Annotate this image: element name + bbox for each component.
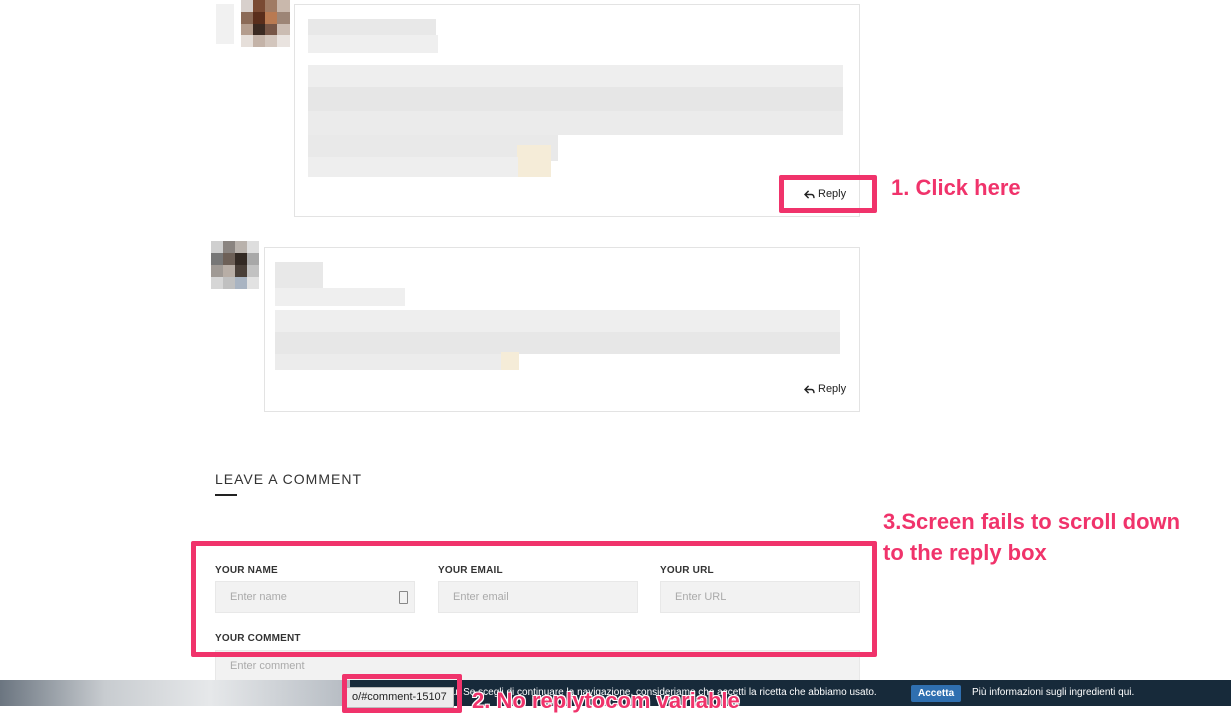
annotation-step3-line1: 3.Screen fails to scroll down bbox=[883, 509, 1181, 534]
annotation-step3-line2: to the reply box bbox=[883, 540, 1047, 565]
annotation-step2: 2. No replytocom variable bbox=[472, 688, 740, 713]
redacted-date bbox=[308, 35, 438, 53]
redacted-date bbox=[275, 288, 405, 306]
redacted-block bbox=[216, 4, 234, 44]
reply-arrow-icon bbox=[804, 384, 815, 394]
redacted-text bbox=[0, 680, 350, 706]
annotation-step1: 1. Click here bbox=[891, 175, 1021, 200]
title-underline bbox=[215, 494, 237, 496]
annotation-box-reply bbox=[779, 175, 877, 213]
redacted-text bbox=[275, 354, 505, 370]
comment-placeholder: Enter comment bbox=[230, 660, 305, 672]
comment-avatar bbox=[241, 0, 290, 47]
redacted-author bbox=[275, 262, 323, 290]
redacted-text bbox=[308, 87, 843, 111]
accept-button[interactable]: Accetta bbox=[911, 685, 962, 702]
redacted-text bbox=[517, 145, 551, 177]
redacted-text bbox=[275, 332, 840, 354]
reply-link[interactable]: Reply bbox=[804, 383, 846, 395]
redacted-text bbox=[501, 352, 519, 370]
comment-avatar bbox=[211, 241, 259, 289]
leave-comment-title: LEAVE A COMMENT bbox=[215, 471, 362, 487]
more-info-link[interactable]: Più informazioni sugli ingredienti qui. bbox=[972, 687, 1134, 698]
reply-label: Reply bbox=[818, 383, 847, 395]
comment-card: Reply bbox=[294, 4, 860, 217]
redacted-text bbox=[308, 157, 518, 177]
redacted-text bbox=[308, 65, 843, 87]
comment-card: Reply bbox=[264, 247, 860, 412]
annotation-box-url bbox=[342, 674, 462, 713]
annotation-box-form bbox=[191, 541, 877, 657]
redacted-text bbox=[275, 310, 840, 332]
redacted-text bbox=[308, 111, 843, 135]
